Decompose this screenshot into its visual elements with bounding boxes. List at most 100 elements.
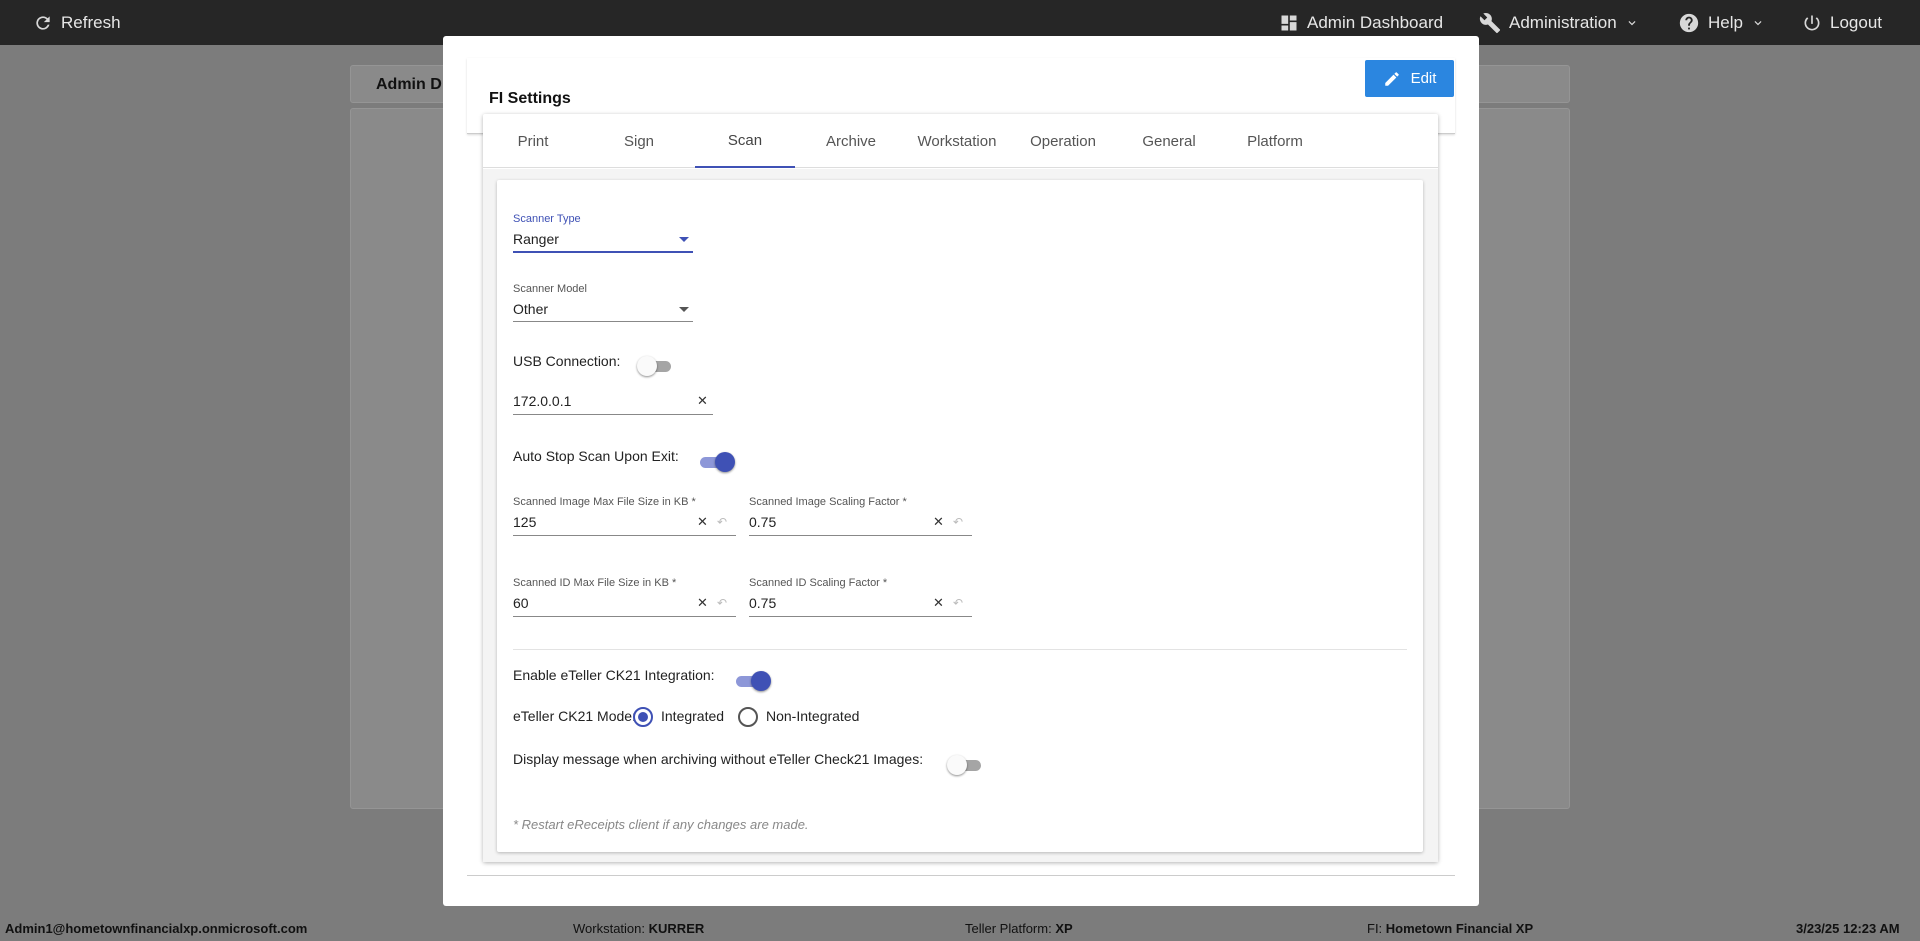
footer-user: Admin1@hometownfinancialxp.onmicrosoft.c… [5, 921, 308, 936]
id-scaling-value: 0.75 [749, 595, 777, 611]
edit-button[interactable]: Edit [1365, 60, 1454, 97]
logout-label: Logout [1830, 12, 1882, 32]
undo-icon[interactable]: ↶ [953, 596, 963, 610]
footer-workstation-label: Workstation: [573, 921, 646, 936]
image-scaling-label: Scanned Image Scaling Factor * [749, 496, 907, 508]
help-label: Help [1708, 12, 1743, 32]
wrench-icon [1479, 12, 1501, 33]
edit-label: Edit [1410, 70, 1437, 87]
undo-icon[interactable]: ↶ [717, 596, 727, 610]
dashboard-icon [1281, 15, 1297, 30]
tab-sign[interactable]: Sign [589, 114, 689, 168]
image-max-size-input[interactable]: 125 ✕ ↶ [513, 511, 736, 537]
scanner-model-value: Other [513, 301, 549, 317]
chevron-down-icon [1754, 20, 1762, 25]
ck21-integration-label: Enable eTeller CK21 Integration: [513, 667, 715, 683]
dialog-footer-line [467, 866, 1455, 876]
ck21-integration-toggle[interactable] [734, 670, 771, 692]
footer-workstation: Workstation: KURRER [573, 921, 704, 936]
image-scaling-value: 0.75 [749, 514, 777, 530]
id-max-size-input[interactable]: 60 ✕ ↶ [513, 592, 736, 618]
administration-menu[interactable]: Administration [1479, 0, 1639, 45]
scanner-model-label: Scanner Model [513, 283, 587, 295]
power-icon [1804, 15, 1820, 30]
settings-panel: Print Sign Scan Archive Workstation Oper… [483, 114, 1438, 862]
image-scaling-input[interactable]: 0.75 ✕ ↶ [749, 511, 972, 537]
footer-fi-label: FI: [1367, 921, 1383, 936]
logout-button[interactable]: Logout [1802, 0, 1882, 45]
ip-address-input[interactable]: 172.0.0.1 ✕ [513, 390, 713, 416]
tab-archive[interactable]: Archive [801, 114, 901, 168]
background-card-title: Admin D [376, 76, 442, 93]
refresh-button[interactable]: Refresh [33, 0, 121, 45]
id-scaling-input[interactable]: 0.75 ✕ ↶ [749, 592, 972, 618]
fi-settings-dialog: FI Settings Edit Print Sign Scan Archive… [443, 36, 1479, 906]
undo-icon[interactable]: ↶ [953, 515, 963, 529]
id-scaling-label: Scanned ID Scaling Factor * [749, 577, 888, 589]
ip-address-value: 172.0.0.1 [513, 393, 572, 409]
ip-address-underline [513, 414, 713, 415]
scanner-model-underline [513, 321, 693, 322]
administration-label: Administration [1509, 12, 1617, 32]
toggle-thumb [947, 755, 967, 775]
display-message-toggle[interactable] [947, 754, 983, 776]
clear-icon[interactable]: ✕ [697, 393, 708, 409]
refresh-icon [36, 15, 50, 30]
toggle-thumb [637, 356, 657, 376]
scan-settings-form: Scanner Type Ranger Scanner Model Other … [497, 180, 1423, 852]
radio-non-integrated-label[interactable]: Non-Integrated [766, 708, 859, 724]
image-max-size-label: Scanned Image Max File Size in KB * [513, 496, 696, 508]
radio-integrated[interactable] [633, 707, 653, 727]
id-scaling-underline [749, 616, 972, 617]
tab-platform[interactable]: Platform [1225, 114, 1325, 168]
footer-fi-value: Hometown Financial XP [1385, 921, 1534, 936]
clear-icon[interactable]: ✕ [933, 595, 944, 611]
chevron-down-icon [679, 237, 689, 242]
tab-operation[interactable]: Operation [1013, 114, 1113, 168]
radio-integrated-label[interactable]: Integrated [661, 708, 724, 724]
footer-platform: Teller Platform: XP [965, 921, 1073, 936]
pencil-icon [1384, 71, 1399, 86]
scanner-type-select[interactable]: Ranger [513, 228, 693, 254]
clear-icon[interactable]: ✕ [933, 514, 944, 530]
id-max-size-underline [513, 616, 736, 617]
footer-datetime: 3/23/25 12:23 AM [1796, 921, 1900, 936]
chevron-down-icon [679, 307, 689, 312]
footer-platform-label: Teller Platform: [965, 921, 1052, 936]
tab-scan[interactable]: Scan [695, 114, 795, 168]
image-scaling-underline [749, 535, 972, 536]
footer-workstation-value: KURRER [648, 921, 705, 936]
restart-note: * Restart eReceipts client if any change… [513, 817, 809, 832]
help-icon [1679, 13, 1699, 32]
scanner-type-value: Ranger [513, 231, 559, 247]
undo-icon[interactable]: ↶ [717, 515, 727, 529]
auto-stop-label: Auto Stop Scan Upon Exit: [513, 448, 679, 464]
clear-icon[interactable]: ✕ [697, 514, 708, 530]
settings-tabs: Print Sign Scan Archive Workstation Oper… [483, 114, 1438, 168]
chevron-down-icon [1628, 20, 1636, 25]
auto-stop-toggle[interactable] [698, 451, 735, 473]
footer-platform-value: XP [1055, 921, 1073, 936]
tab-print[interactable]: Print [483, 114, 583, 168]
scanner-type-underline [513, 251, 693, 253]
scanner-type-label: Scanner Type [513, 213, 581, 225]
admin-dashboard-label: Admin Dashboard [1307, 12, 1444, 32]
toggle-thumb [751, 671, 771, 691]
image-max-size-underline [513, 535, 736, 536]
clear-icon[interactable]: ✕ [697, 595, 708, 611]
id-max-size-value: 60 [513, 595, 529, 611]
status-footer: Admin1@hometownfinancialxp.onmicrosoft.c… [0, 915, 1920, 941]
display-message-label: Display message when archiving without e… [513, 751, 924, 767]
ck21-mode-label: eTeller CK21 Mode: [513, 708, 636, 724]
section-divider [513, 649, 1407, 650]
help-menu[interactable]: Help [1678, 0, 1765, 45]
id-max-size-label: Scanned ID Max File Size in KB * [513, 577, 677, 589]
tab-general[interactable]: General [1119, 114, 1219, 168]
footer-fi: FI: Hometown Financial XP [1367, 921, 1533, 936]
usb-connection-toggle[interactable] [637, 355, 673, 377]
usb-connection-label: USB Connection: [513, 353, 621, 369]
tab-workstation[interactable]: Workstation [907, 114, 1007, 168]
image-max-size-value: 125 [513, 514, 537, 530]
radio-non-integrated[interactable] [738, 707, 758, 727]
scanner-model-select[interactable]: Other [513, 298, 693, 324]
